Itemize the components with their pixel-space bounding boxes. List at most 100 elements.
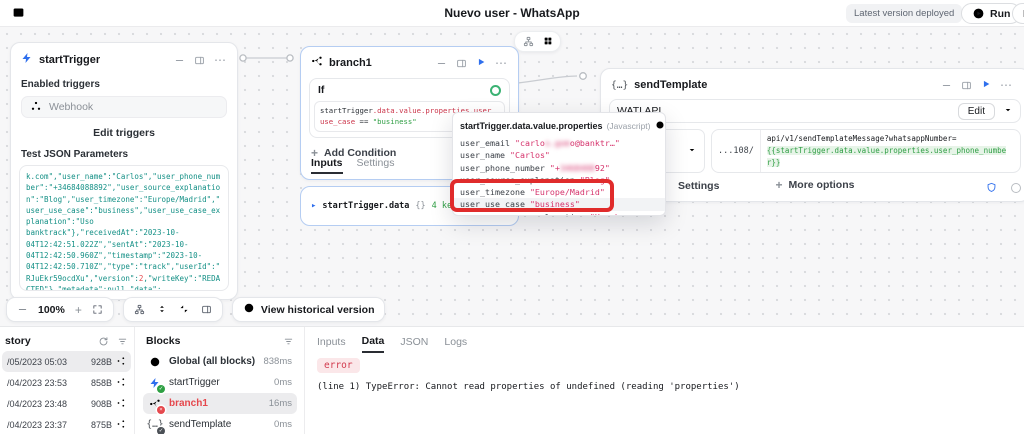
tab-data[interactable]: Data: [361, 331, 385, 353]
chevron-down-icon[interactable]: [1003, 102, 1013, 120]
webhook-icon: [30, 100, 42, 115]
expand-panel-icon[interactable]: [456, 58, 467, 69]
tooltip-row[interactable]: user_phone_number "+346840892": [453, 162, 665, 174]
webhook-button[interactable]: Webhook: [21, 96, 227, 118]
tooltip-path: startTrigger.data.value.properties: [460, 121, 603, 131]
shield-icon[interactable]: [986, 182, 997, 193]
filter-icon[interactable]: [117, 336, 128, 347]
expand-panel-icon[interactable]: [194, 55, 205, 66]
block-row-global[interactable]: Global (all blocks) 838ms: [143, 351, 297, 372]
status-circle-icon: [1011, 182, 1021, 193]
history-row[interactable]: /04/2023 23:37 875B: [2, 414, 131, 434]
node-menu-icon[interactable]: ⋯: [214, 54, 227, 66]
expand-triangle-icon[interactable]: ▸: [311, 201, 316, 211]
node-title-sendtemplate: sendTemplate: [634, 79, 708, 91]
run-node-icon[interactable]: [981, 76, 991, 94]
blocks-panel: Blocks Global (all blocks) 838ms ✓ start…: [135, 327, 305, 434]
clock-icon: [243, 301, 255, 319]
insert-icon[interactable]: [655, 117, 665, 135]
error-message: (line 1) TypeError: Cannot read properti…: [317, 382, 740, 392]
zoom-level[interactable]: 100%: [38, 304, 65, 316]
edge-branch1-sendtemplate: [517, 72, 587, 84]
tab-inputs[interactable]: Inputs: [311, 157, 343, 174]
collapse-node-icon[interactable]: [174, 55, 185, 66]
branch-icon: [311, 54, 323, 72]
check-badge-icon: ✓: [157, 426, 165, 434]
canvas-toolbar: 100% + View historical version: [6, 297, 386, 322]
flow-canvas[interactable]: startTrigger ⋯ Enabled triggers Webhook …: [0, 27, 1024, 326]
history-panel: story /05/2023 05:03 928B /04/2023 23:53 8…: [0, 327, 135, 434]
url-path: api/v1/sendTemplateMessage?whatsappNumbe…: [766, 134, 957, 143]
zoom-in-button[interactable]: +: [75, 303, 82, 317]
url-template-variable: {{startTrigger.data.value.properties.use…: [766, 146, 1007, 167]
url-field[interactable]: ...108/ api/v1/sendTemplateMessage?whats…: [711, 129, 1021, 173]
blocks-header: Blocks: [146, 335, 181, 347]
run-node-icon[interactable]: [476, 54, 486, 72]
edit-api-button[interactable]: Edit: [957, 102, 995, 120]
flow-layout-icon[interactable]: [523, 36, 534, 47]
collapse-node-icon[interactable]: [436, 58, 447, 69]
api-label: WATI API: [617, 105, 662, 117]
chevron-down-icon: [687, 142, 697, 160]
filter-icon[interactable]: [283, 336, 294, 347]
output-panel: Inputs Data JSON Logs error (line 1) Typ…: [305, 327, 1024, 434]
fit-view-icon[interactable]: [92, 304, 103, 315]
node-menu-icon[interactable]: ⋯: [495, 57, 508, 69]
historical-version-button[interactable]: View historical version: [231, 297, 386, 322]
red-annotation-box: [450, 179, 614, 212]
expand-all-icon[interactable]: [157, 301, 167, 319]
node-menu-icon[interactable]: ⋯: [1000, 79, 1013, 91]
edit-triggers-link[interactable]: Edit triggers: [11, 127, 237, 139]
run-label: Run: [990, 7, 1011, 20]
page-title: Nuevo user - WhatsApp: [444, 6, 580, 20]
history-row[interactable]: /04/2023 23:53 858B: [2, 372, 131, 393]
topbar: Nuevo user - WhatsApp Latest version dep…: [0, 0, 1024, 27]
expand-panel-icon[interactable]: [961, 80, 972, 91]
tab-settings[interactable]: Settings: [678, 180, 719, 195]
condition-status-icon: [490, 84, 501, 96]
history-row[interactable]: /05/2023 05:03 928B: [2, 351, 131, 372]
tooltip-row[interactable]: user_email "carlos.gomo@banktr…": [453, 137, 665, 149]
tooltip-row[interactable]: user_name "Carlos": [453, 149, 665, 161]
api-selector: WATI API Edit: [609, 99, 1021, 123]
enabled-triggers-label: Enabled triggers: [21, 79, 100, 90]
zap-icon: ✓: [148, 376, 165, 393]
node-title-starttrigger: startTrigger: [39, 54, 101, 66]
webhook-run-icon: [116, 398, 126, 410]
sidebar-toggle-icon[interactable]: [12, 6, 25, 24]
braces-icon: {…}: [611, 79, 629, 91]
grid-view-icon[interactable]: [543, 33, 553, 51]
block-row-starttrigger[interactable]: ✓ startTrigger 0ms: [143, 372, 297, 393]
collapse-node-icon[interactable]: [941, 80, 952, 91]
node-title-branch1: branch1: [329, 57, 372, 69]
node-starttrigger[interactable]: startTrigger ⋯ Enabled triggers Webhook …: [10, 42, 238, 300]
history-row[interactable]: /04/2023 23:48 908B: [2, 393, 131, 414]
deploy-status-badge: Latest version deployed: [846, 4, 963, 23]
refresh-icon[interactable]: [98, 336, 109, 347]
error-badge-icon: ×: [157, 405, 165, 414]
explorer-key: startTrigger.data: [322, 201, 410, 211]
webhook-run-icon: [116, 356, 126, 368]
explorer-type: {}: [415, 201, 426, 211]
tooltip-language: (Javascript): [606, 121, 651, 131]
block-row-branch1[interactable]: × branch1 16ms: [143, 393, 297, 414]
history-header: story: [5, 335, 31, 347]
tab-inputs[interactable]: Inputs: [317, 336, 346, 348]
if-label: If: [318, 84, 325, 96]
tab-json[interactable]: JSON: [400, 336, 428, 348]
webhook-run-icon: [116, 419, 126, 431]
test-json-code[interactable]: k.com","user_name":"Carlos","user_phone_…: [19, 165, 229, 291]
zoom-out-button[interactable]: [17, 304, 28, 315]
tab-logs[interactable]: Logs: [444, 336, 467, 348]
branch-icon: ×: [148, 397, 165, 414]
collapse-all-icon[interactable]: [179, 301, 189, 319]
block-row-sendtemplate[interactable]: {…} ✓ sendTemplate 0ms: [143, 414, 297, 434]
run-play-icon: [972, 7, 985, 20]
node-toolbar[interactable]: [514, 31, 561, 52]
webhook-run-icon: [116, 377, 126, 389]
tab-settings[interactable]: Settings: [357, 157, 395, 174]
error-badge: error: [317, 358, 360, 373]
panel-toggle-icon[interactable]: [201, 304, 212, 315]
auto-layout-icon[interactable]: [134, 304, 145, 315]
braces-icon: {…} ✓: [146, 419, 165, 434]
